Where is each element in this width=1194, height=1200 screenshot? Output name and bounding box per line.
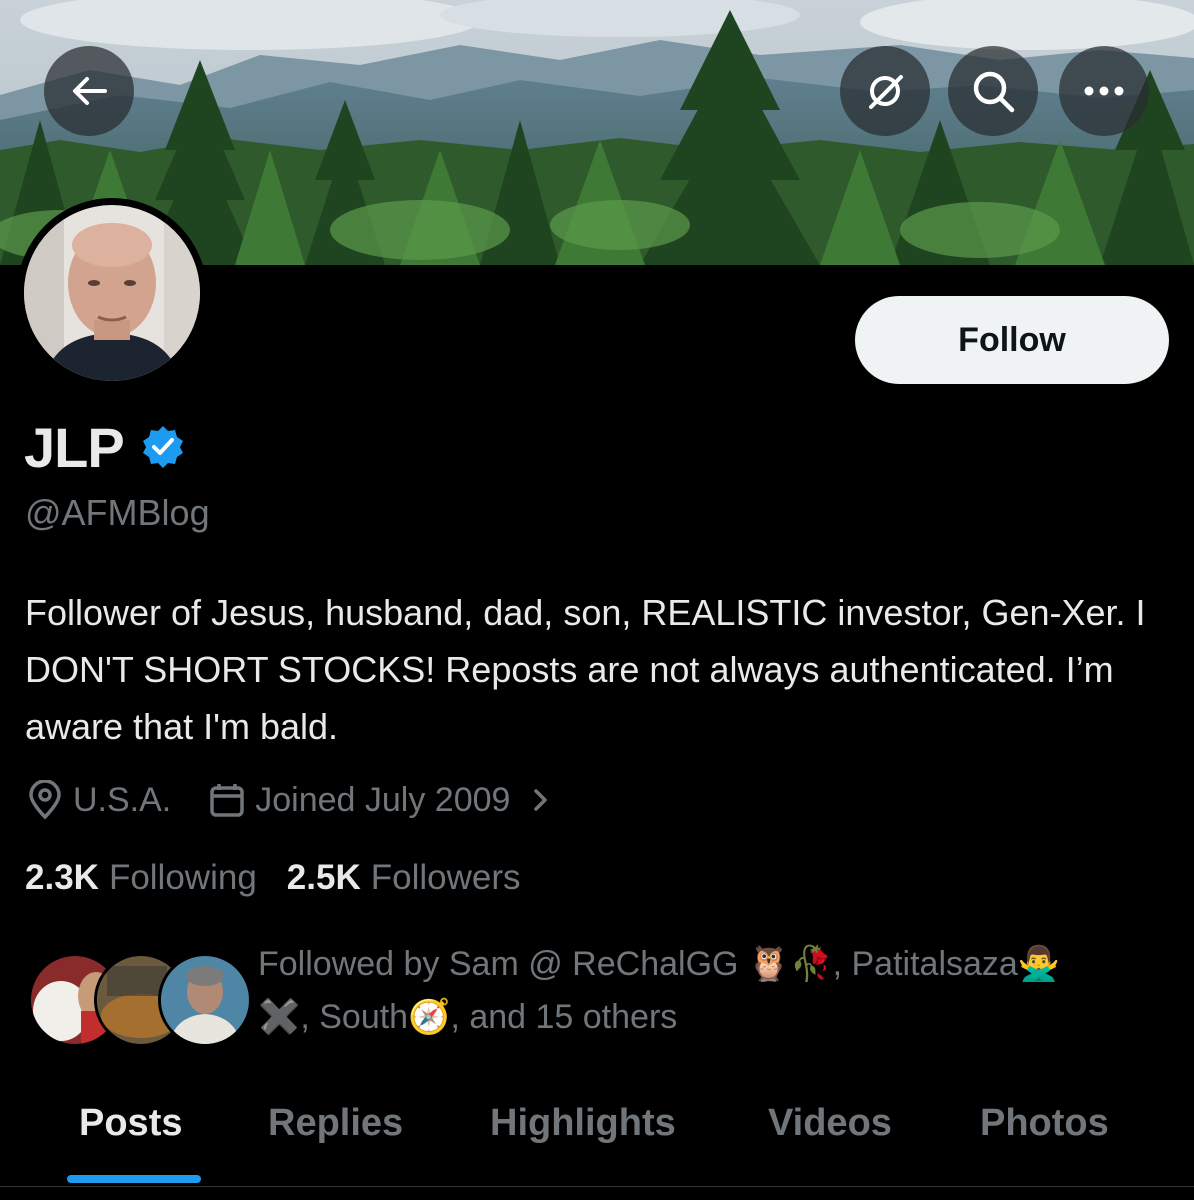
avatar-image [24, 205, 200, 381]
emoji-compass: 🧭 [408, 998, 451, 1036]
chevron-right-icon [534, 789, 548, 811]
more-button[interactable] [1059, 46, 1149, 136]
followers-count: 2.5K [286, 858, 361, 897]
tab-replies[interactable]: Replies [268, 1090, 403, 1156]
followers-label: Followers [370, 858, 521, 897]
location-item: U.S.A. [27, 780, 171, 820]
tab-highlights[interactable]: Highlights [490, 1090, 676, 1156]
active-tab-indicator [67, 1175, 201, 1183]
back-arrow-icon [73, 77, 107, 105]
followers-link[interactable]: 2.5K Followers [287, 858, 521, 898]
display-name: JLP [24, 415, 125, 479]
user-handle: @AFMBlog [25, 492, 210, 533]
following-count: 2.3K [25, 858, 99, 897]
location-text: U.S.A. [73, 780, 172, 819]
tab-photos[interactable]: Photos [980, 1090, 1109, 1156]
tab-videos[interactable]: Videos [768, 1090, 892, 1156]
emoji-rose: 🥀 [790, 945, 833, 983]
verified-badge-icon[interactable] [140, 424, 186, 470]
followed-by-avatars[interactable] [28, 953, 252, 1047]
location-pin-icon [29, 780, 61, 820]
joined-item[interactable]: Joined July 2009 [209, 781, 552, 820]
tab-posts[interactable]: Posts [79, 1090, 182, 1156]
following-label: Following [108, 858, 257, 897]
emoji-owl: 🦉 [747, 945, 791, 983]
joined-text: Joined July 2009 [255, 780, 511, 819]
following-link[interactable]: 2.3K Following [25, 858, 257, 898]
emoji-gesture: 🙅‍♂️ [1017, 945, 1061, 983]
followed-by-suffix: , and 15 others [450, 998, 678, 1036]
follower-avatar-3 [158, 953, 252, 1047]
more-icon [1084, 86, 1124, 96]
profile-avatar[interactable] [17, 198, 207, 388]
profile-meta: U.S.A. Joined July 2009 [27, 775, 552, 825]
follow-button[interactable]: Follow [855, 296, 1169, 384]
followed-by-prefix: Followed by Sam @ ReChalGG [258, 945, 748, 983]
tabs-divider [0, 1186, 1194, 1187]
calendar-icon [210, 784, 244, 817]
grok-button[interactable] [840, 46, 930, 136]
back-button[interactable] [44, 46, 134, 136]
followed-by-sep-1: , Patitalsaza [832, 945, 1018, 983]
search-button[interactable] [948, 46, 1038, 136]
follow-stats: 2.3K Following 2.5K Followers [25, 855, 521, 901]
profile-bio: Follower of Jesus, husband, dad, son, RE… [25, 592, 1146, 747]
search-icon [973, 71, 1015, 113]
followed-by-sep-2: , South [300, 998, 409, 1036]
grok-icon [869, 75, 903, 109]
display-name-row: JLP [24, 414, 186, 480]
emoji-x-mark: ✖️ [258, 998, 301, 1036]
followed-by-text[interactable]: Followed by Sam @ ReChalGG 🦉🥀, Patitalsa… [258, 938, 1158, 1044]
